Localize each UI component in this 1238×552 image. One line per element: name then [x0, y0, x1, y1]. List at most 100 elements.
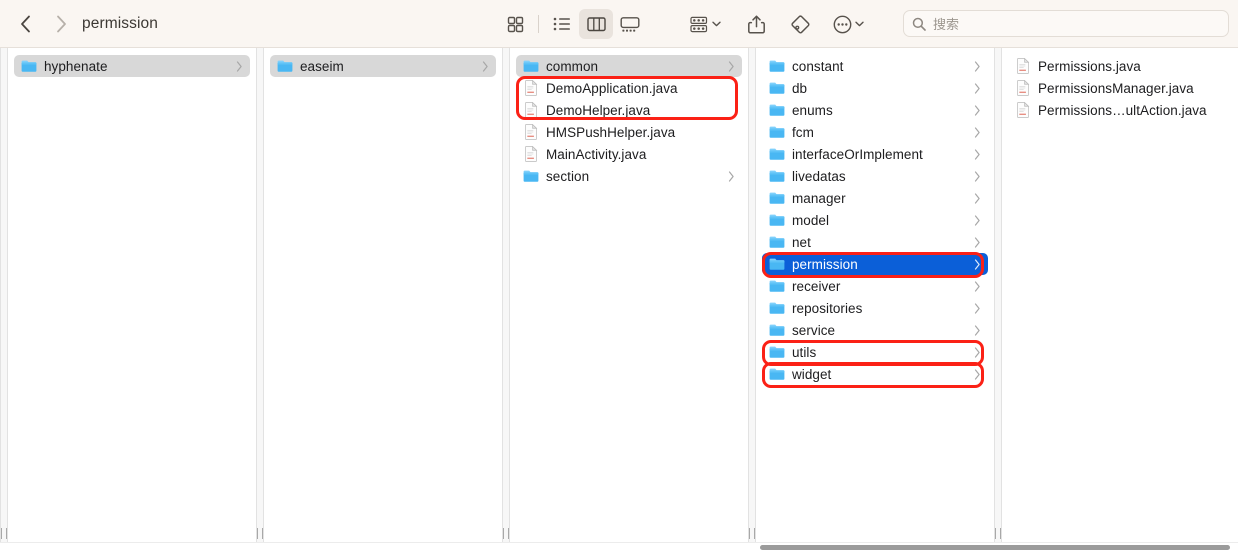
column-resize-handle-2[interactable] — [256, 48, 264, 552]
resize-grip — [749, 528, 755, 539]
disclosure-chevron-icon — [974, 104, 980, 116]
folder-row[interactable]: easeim — [270, 55, 496, 77]
java-file-icon — [525, 80, 538, 96]
list-icon — [553, 17, 570, 31]
item-label: Permissions…ultAction.java — [1038, 102, 1207, 118]
ellipsis-circle-icon — [833, 15, 852, 33]
item-label: net — [792, 234, 811, 250]
file-row[interactable]: Permissions.java — [1008, 55, 1238, 77]
folder-row[interactable]: repositories — [762, 297, 988, 319]
folder-row[interactable]: interfaceOrImplement — [762, 143, 988, 165]
tag-icon — [790, 14, 809, 33]
toolbar-divider — [538, 15, 539, 33]
folder-row[interactable]: service — [762, 319, 988, 341]
folder-row[interactable]: permission — [762, 253, 988, 275]
back-button[interactable] — [14, 11, 36, 37]
folder-row[interactable]: model — [762, 209, 988, 231]
horizontal-scrollbar-thumb[interactable] — [760, 545, 1230, 550]
folder-row[interactable]: receiver — [762, 275, 988, 297]
disclosure-chevron-icon — [974, 258, 980, 270]
folder-icon — [769, 82, 785, 94]
folder-icon — [769, 170, 785, 182]
navigation-arrows — [14, 0, 72, 48]
forward-button[interactable] — [50, 11, 72, 37]
disclosure-chevron-icon — [974, 82, 980, 94]
folder-icon — [769, 258, 785, 270]
folder-row[interactable]: db — [762, 77, 988, 99]
icon-view-button[interactable] — [498, 9, 532, 39]
folder-row[interactable]: section — [516, 165, 742, 187]
disclosure-chevron-icon — [974, 192, 980, 204]
folder-icon — [769, 192, 785, 204]
file-row[interactable]: DemoHelper.java — [516, 99, 742, 121]
item-label: interfaceOrImplement — [792, 146, 923, 162]
group-by-button[interactable] — [684, 9, 725, 39]
folder-icon — [769, 324, 785, 336]
resize-grip — [257, 528, 263, 539]
grid-icon — [507, 16, 523, 32]
folder-row[interactable]: common — [516, 55, 742, 77]
search-icon — [912, 17, 926, 31]
folder-row[interactable]: net — [762, 231, 988, 253]
folder-row[interactable]: constant — [762, 55, 988, 77]
column-view-button[interactable] — [579, 9, 613, 39]
folder-icon — [769, 368, 785, 380]
file-row[interactable]: Permissions…ultAction.java — [1008, 99, 1238, 121]
java-file-icon — [525, 102, 538, 118]
java-file-icon — [1017, 58, 1030, 74]
search-input[interactable]: 搜索 — [903, 10, 1229, 37]
disclosure-chevron-icon — [974, 126, 980, 138]
item-label: fcm — [792, 124, 814, 140]
folder-row[interactable]: manager — [762, 187, 988, 209]
item-label: receiver — [792, 278, 841, 294]
item-label: model — [792, 212, 830, 228]
item-label: easeim — [300, 58, 344, 74]
tag-button[interactable] — [783, 9, 817, 39]
chevron-down-icon — [712, 21, 721, 27]
group-grid-icon — [690, 16, 708, 32]
share-button[interactable] — [739, 9, 773, 39]
item-label: section — [546, 168, 590, 184]
gallery-view-button[interactable] — [613, 9, 647, 39]
item-label: permission — [792, 256, 858, 272]
page-title: permission — [82, 15, 158, 32]
folder-icon — [769, 280, 785, 292]
gallery-icon — [620, 16, 640, 32]
column-resize-handle-5[interactable] — [994, 48, 1002, 552]
file-row[interactable]: DemoApplication.java — [516, 77, 742, 99]
folder-row[interactable]: fcm — [762, 121, 988, 143]
column-resize-handle-3[interactable] — [502, 48, 510, 552]
action-group — [684, 0, 868, 48]
item-label: hyphenate — [44, 58, 108, 74]
item-label: manager — [792, 190, 846, 206]
file-row[interactable]: PermissionsManager.java — [1008, 77, 1238, 99]
item-label: utils — [792, 344, 817, 360]
resize-grip — [503, 528, 509, 539]
java-file-icon — [1017, 80, 1030, 96]
file-row[interactable]: MainActivity.java — [516, 143, 742, 165]
folder-row[interactable]: widget — [762, 363, 988, 385]
column-browser: hyphenate easeim common DemoApplication.jav… — [0, 48, 1238, 552]
disclosure-chevron-icon — [974, 170, 980, 182]
folder-row[interactable]: livedatas — [762, 165, 988, 187]
folder-icon — [769, 126, 785, 138]
item-label: constant — [792, 58, 844, 74]
disclosure-chevron-icon — [974, 324, 980, 336]
horizontal-scrollbar-track[interactable] — [0, 542, 1238, 552]
folder-row[interactable]: utils — [762, 341, 988, 363]
folder-row[interactable]: hyphenate — [14, 55, 250, 77]
more-button[interactable] — [827, 9, 868, 39]
folder-icon — [277, 60, 293, 72]
item-label: repositories — [792, 300, 863, 316]
file-row[interactable]: HMSPushHelper.java — [516, 121, 742, 143]
item-label: livedatas — [792, 168, 846, 184]
column-resize-handle-4[interactable] — [748, 48, 756, 552]
folder-row[interactable]: enums — [762, 99, 988, 121]
item-label: service — [792, 322, 836, 338]
folder-icon — [769, 60, 785, 72]
list-view-button[interactable] — [545, 9, 579, 39]
disclosure-chevron-icon — [974, 236, 980, 248]
disclosure-chevron-icon — [974, 60, 980, 72]
folder-icon — [523, 170, 539, 182]
column-resize-handle-1[interactable] — [0, 48, 8, 552]
